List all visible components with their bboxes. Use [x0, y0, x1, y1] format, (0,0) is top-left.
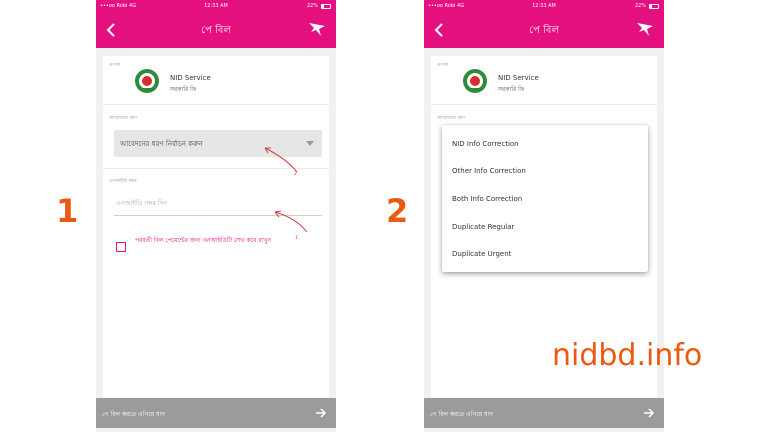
tutorial-canvas: •••oo Robi 4G 12:33 AM 22% পে বিল প্রাপক… [0, 0, 768, 432]
save-nid-checkbox[interactable] [116, 242, 126, 252]
bird-logo-icon [309, 23, 325, 36]
government-seal-icon [463, 69, 487, 93]
battery-icon [321, 4, 331, 9]
phone-screen-step-1: •••oo Robi 4G 12:33 AM 22% পে বিল প্রাপক… [96, 0, 336, 432]
app-bar: পে বিল [96, 12, 336, 48]
app-bar: পে বিল [424, 12, 664, 48]
annotation-arrow-input [274, 210, 308, 233]
save-nid-label: পরবর্তী বিল পেমেন্টের জন্য এনআইডিটি সেভ … [135, 237, 271, 244]
bird-logo-icon [637, 23, 653, 36]
page-title: পে বিল [201, 25, 231, 36]
annotation-mark-1: 1 [295, 236, 298, 241]
application-type-dropdown: NID Info Correction Other Info Correctio… [442, 125, 648, 272]
bill-form-card: প্রাপক NID Service সরকারি ফি আবেদনের ধরণ… [103, 56, 329, 398]
annotation-arrow-select [264, 147, 298, 173]
application-type-caption: আবেদনের ধরণ [437, 116, 466, 121]
step-number-2: 2 [386, 192, 409, 230]
proceed-label: পে বিল করতে এগিয়ে যান [430, 411, 494, 418]
annotation-mark-2: 2 [294, 172, 297, 177]
status-time: 12:33 AM [532, 3, 556, 9]
divider [103, 104, 329, 105]
step-number-1: 1 [56, 192, 79, 230]
status-bar: •••oo Robi 4G 12:33 AM 22% [96, 0, 336, 12]
proceed-label: পে বিল করতে এগিয়ে যান [102, 411, 166, 418]
application-type-placeholder: আবেদনের ধরণ নির্বাচন করুন [120, 140, 203, 148]
watermark: nidbd.info [552, 338, 703, 373]
biller-subtitle: সরকারি ফি [498, 86, 525, 93]
biller-name: NID Service [498, 74, 539, 82]
dropdown-option[interactable]: Other Info Correction [452, 167, 526, 175]
dropdown-option[interactable]: NID Info Correction [452, 140, 519, 148]
biller-name: NID Service [170, 74, 211, 82]
biller-caption: প্রাপক [109, 63, 120, 68]
dropdown-option[interactable]: Duplicate Urgent [452, 250, 511, 258]
proceed-bar[interactable]: পে বিল করতে এগিয়ে যান [96, 398, 336, 428]
arrow-right-icon[interactable] [314, 406, 328, 420]
biller-subtitle: সরকারি ফি [170, 86, 197, 93]
arrow-right-icon[interactable] [642, 406, 656, 420]
battery-icon [649, 4, 659, 9]
biller-caption: প্রাপক [437, 63, 448, 68]
dropdown-option[interactable]: Duplicate Regular [452, 223, 514, 231]
divider [431, 104, 657, 105]
dropdown-option[interactable]: Both Info Correction [452, 195, 522, 203]
proceed-bar[interactable]: পে বিল করতে এগিয়ে যান [424, 398, 664, 428]
government-seal-icon [135, 69, 159, 93]
nid-number-caption: এনআইডি নম্বর [109, 179, 137, 184]
battery-text: 22% [634, 3, 646, 9]
application-type-caption: আবেদনের ধরণ [109, 116, 138, 121]
status-bar: •••oo Robi 4G 12:33 AM 22% [424, 0, 664, 12]
page-title: পে বিল [529, 25, 559, 36]
nid-number-input[interactable]: এনআইডি নম্বর দিন [116, 198, 167, 209]
status-time: 12:33 AM [204, 3, 228, 9]
battery-text: 22% [306, 3, 318, 9]
